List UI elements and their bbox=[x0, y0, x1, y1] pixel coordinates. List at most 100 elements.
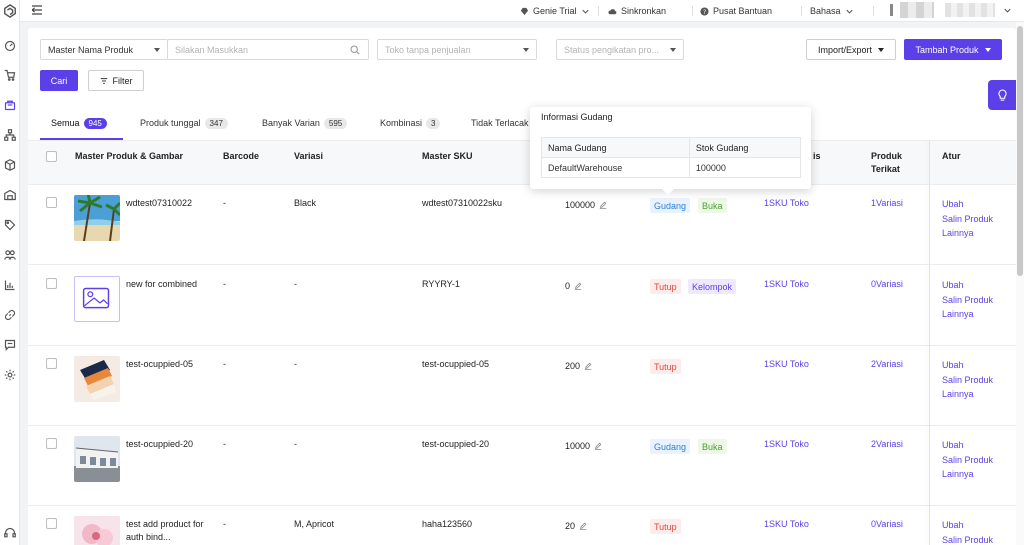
edit-link[interactable]: Ubah bbox=[942, 358, 993, 373]
structure-icon[interactable] bbox=[2, 127, 18, 143]
sync-button[interactable]: Sinkronkan bbox=[608, 4, 666, 18]
more-link[interactable]: Lainnya bbox=[942, 307, 993, 322]
row-checkbox[interactable] bbox=[46, 278, 57, 289]
headset-support-icon[interactable] bbox=[2, 525, 18, 541]
scrollbar-thumb[interactable] bbox=[1017, 26, 1023, 276]
store-filter-select[interactable]: Toko tanpa penjualan bbox=[377, 39, 537, 60]
tag-icon[interactable] bbox=[2, 217, 18, 233]
row-checkbox[interactable] bbox=[46, 438, 57, 449]
edit-link[interactable]: Ubah bbox=[942, 197, 993, 212]
product-thumbnail-beach[interactable] bbox=[74, 195, 120, 241]
svg-text:?: ? bbox=[703, 8, 706, 15]
pencil-edit-icon[interactable] bbox=[584, 362, 592, 370]
edit-link[interactable]: Ubah bbox=[942, 438, 993, 453]
caret-down-icon bbox=[984, 47, 991, 52]
dashboard-icon[interactable] bbox=[2, 38, 18, 54]
search-input[interactable]: Silakan Masukkan bbox=[167, 39, 369, 60]
binding-status-select[interactable]: Status pengikatan pro... bbox=[556, 39, 684, 60]
stock-cell: 10000 bbox=[565, 440, 602, 453]
linked-variation-link[interactable]: 2Variasi bbox=[871, 358, 903, 371]
warehouse-icon[interactable] bbox=[2, 187, 18, 203]
tab-tidak-terlacak[interactable]: Tidak Terlacak bbox=[471, 114, 529, 132]
link-icon[interactable] bbox=[2, 307, 18, 323]
store-sku-link[interactable]: 1SKU Toko bbox=[764, 438, 809, 451]
stock-cell: 20 bbox=[565, 520, 587, 533]
tab-semua[interactable]: Semua 945 bbox=[51, 114, 107, 132]
pencil-edit-icon[interactable] bbox=[594, 442, 602, 450]
tab-kombinasi[interactable]: Kombinasi 3 bbox=[380, 114, 441, 132]
help-center-link[interactable]: ? Pusat Bantuan bbox=[700, 4, 772, 18]
edit-link[interactable]: Ubah bbox=[942, 278, 993, 293]
search-icon[interactable] bbox=[350, 45, 360, 55]
row-actions: Ubah Salin Produk bbox=[942, 518, 993, 545]
popover-warehouse-name: DefaultWarehouse bbox=[541, 157, 690, 178]
more-link[interactable]: Lainnya bbox=[942, 467, 993, 482]
tips-lightbulb-button[interactable] bbox=[988, 80, 1016, 110]
row-checkbox[interactable] bbox=[46, 518, 57, 529]
settings-gear-icon[interactable] bbox=[2, 367, 18, 383]
left-sidebar bbox=[0, 0, 20, 545]
pencil-edit-icon[interactable] bbox=[579, 522, 587, 530]
linked-variation-link[interactable]: 2Variasi bbox=[871, 438, 903, 451]
menu-collapse-icon[interactable] bbox=[32, 5, 42, 15]
product-thumbnail-building[interactable] bbox=[74, 436, 120, 482]
copy-product-link[interactable]: Salin Produk bbox=[942, 212, 993, 227]
linked-variation-link[interactable]: 0Variasi bbox=[871, 278, 903, 291]
import-export-button[interactable]: Import/Export bbox=[806, 39, 896, 60]
stock-cell: 0 bbox=[565, 280, 582, 293]
box-icon[interactable] bbox=[2, 157, 18, 173]
brand-logo-icon[interactable] bbox=[2, 3, 18, 19]
copy-product-link[interactable]: Salin Produk bbox=[942, 373, 993, 388]
copy-product-link[interactable]: Salin Produk bbox=[942, 293, 993, 308]
users-icon[interactable] bbox=[2, 247, 18, 263]
popover-header-warehouse: Nama Gudang bbox=[541, 137, 690, 158]
genie-trial-menu[interactable]: Genie Trial bbox=[520, 4, 590, 18]
product-bag-icon[interactable] bbox=[2, 97, 18, 113]
tab-label: Produk tunggal bbox=[140, 118, 201, 128]
edit-link[interactable]: Ubah bbox=[942, 518, 993, 533]
row-checkbox[interactable] bbox=[46, 197, 57, 208]
tab-produk-tunggal[interactable]: Produk tunggal 347 bbox=[140, 114, 228, 132]
store-sku-link[interactable]: 1SKU Toko bbox=[764, 358, 809, 371]
copy-product-link[interactable]: Salin Produk bbox=[942, 533, 993, 545]
store-sku-link[interactable]: 1SKU Toko bbox=[764, 518, 809, 531]
cart-icon[interactable] bbox=[2, 67, 18, 83]
language-menu[interactable]: Bahasa bbox=[810, 4, 854, 18]
tab-banyak-varian[interactable]: Banyak Varian 595 bbox=[262, 114, 348, 132]
pencil-edit-icon[interactable] bbox=[599, 201, 607, 209]
page-scrollbar[interactable] bbox=[1016, 22, 1024, 545]
warehouse-tag[interactable]: Gudang bbox=[650, 198, 691, 213]
sku-value: RYYRY-1 bbox=[422, 279, 460, 289]
master-field-value: Master Nama Produk bbox=[48, 44, 134, 55]
variation-value: - bbox=[294, 279, 297, 289]
copy-product-link[interactable]: Salin Produk bbox=[942, 453, 993, 468]
master-field-select[interactable]: Master Nama Produk bbox=[40, 39, 168, 60]
row-checkbox[interactable] bbox=[46, 358, 57, 369]
user-avatar-blurred[interactable] bbox=[900, 2, 934, 18]
message-icon[interactable] bbox=[2, 337, 18, 353]
user-name-blurred[interactable] bbox=[945, 3, 995, 17]
popover-warehouse-stock: 100000 bbox=[688, 157, 802, 178]
add-product-button[interactable]: Tambah Produk bbox=[904, 39, 1002, 60]
more-link[interactable]: Lainnya bbox=[942, 387, 993, 402]
chart-icon[interactable] bbox=[2, 277, 18, 293]
pencil-edit-icon[interactable] bbox=[574, 282, 582, 290]
store-sku-link[interactable]: 1SKU Toko bbox=[764, 197, 809, 210]
filter-button[interactable]: Filter bbox=[88, 70, 144, 91]
product-image-placeholder-icon[interactable] bbox=[74, 276, 120, 322]
product-thumbnail-flower[interactable] bbox=[74, 516, 120, 545]
select-all-checkbox[interactable] bbox=[46, 151, 57, 162]
more-link[interactable]: Lainnya bbox=[942, 226, 993, 241]
divider bbox=[873, 6, 874, 16]
chevron-down-icon[interactable] bbox=[1003, 6, 1012, 15]
search-button[interactable]: Cari bbox=[40, 70, 78, 91]
row-actions: Ubah Salin Produk Lainnya bbox=[942, 438, 993, 482]
linked-variation-link[interactable]: 1Variasi bbox=[871, 197, 903, 210]
linked-variation-link[interactable]: 0Variasi bbox=[871, 518, 903, 531]
status-closed-tag: Tutup bbox=[650, 519, 681, 534]
table-row: wdtest07310022 - Black wdtest07310022sku… bbox=[28, 185, 1016, 265]
store-sku-link[interactable]: 1SKU Toko bbox=[764, 278, 809, 291]
tab-count-badge: 347 bbox=[204, 117, 228, 129]
product-thumbnail-socks[interactable] bbox=[74, 356, 120, 402]
warehouse-tag[interactable]: Gudang bbox=[650, 439, 691, 454]
